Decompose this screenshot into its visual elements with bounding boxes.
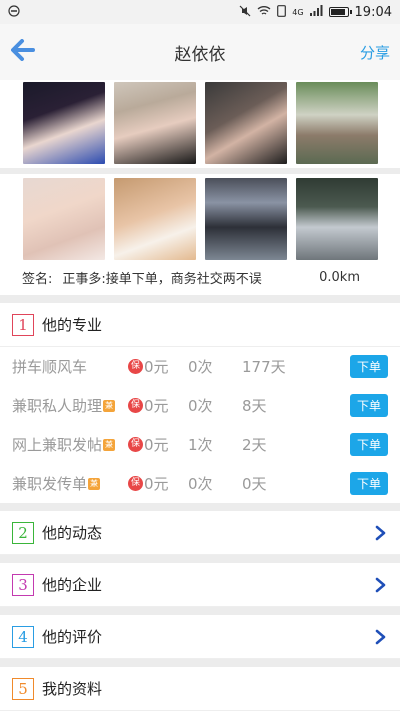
service-name-text: 兼职私人助理 — [12, 397, 103, 415]
profile-photo[interactable] — [204, 82, 287, 164]
battery-icon — [328, 7, 352, 17]
section-header-profession: 1 他的专业 — [0, 303, 400, 347]
distance: 0.0km — [319, 270, 360, 285]
share-button[interactable]: 分享 — [360, 42, 390, 63]
price-value: 0元 — [144, 358, 169, 376]
service-price: 保 0元 — [128, 395, 188, 416]
guarantee-badge: 保 — [128, 437, 143, 452]
days-value: 0天 — [242, 475, 267, 493]
signature-text: 正事多:接单下单，商务社交两不误 — [62, 272, 262, 287]
service-list: 拼车顺风车保 0元 0次 177天 下单 兼职私人助理兼保 0元 0次 8天 下单 网上兼职发帖兼保… — [0, 347, 400, 503]
order-count: 0次 — [188, 397, 213, 415]
service-price: 保 0元 — [128, 473, 188, 494]
profile-photo[interactable] — [204, 178, 287, 260]
part-time-badge: 兼 — [88, 477, 101, 490]
profile-photo[interactable] — [113, 82, 196, 164]
profile-photo[interactable] — [113, 178, 196, 260]
order-count: 0次 — [188, 358, 213, 376]
sim-icon — [277, 4, 287, 20]
section-number: 2 — [12, 521, 34, 544]
days-value: 177天 — [242, 358, 286, 376]
section-title: 他的动态 — [42, 524, 103, 542]
mute-icon — [239, 5, 251, 20]
section-activity[interactable]: 2 他的动态 — [0, 511, 400, 555]
network-label: 4G — [292, 7, 304, 17]
days-value: 2天 — [242, 436, 267, 454]
status-left — [8, 4, 20, 20]
section-title: 我的资料 — [42, 680, 103, 698]
section-header-reviews[interactable]: 4 他的评价 — [0, 615, 400, 659]
profile-photo[interactable] — [22, 178, 105, 260]
service-price: 保 0元 — [128, 356, 188, 377]
place-order-button[interactable]: 下单 — [350, 394, 388, 417]
service-row: 兼职私人助理兼保 0元 0次 8天 下单 — [0, 386, 400, 425]
part-time-badge: 兼 — [103, 399, 116, 412]
service-name: 兼职发传单兼 — [12, 473, 128, 494]
section-number: 3 — [12, 573, 34, 596]
section-number: 4 — [12, 625, 34, 648]
section-header-my-info[interactable]: 5 我的资料 — [0, 667, 400, 711]
profile-photo[interactable] — [295, 178, 378, 260]
place-order-button[interactable]: 下单 — [350, 472, 388, 495]
service-name-text: 拼车顺风车 — [12, 358, 88, 376]
section-profession: 1 他的专业 拼车顺风车保 0元 0次 177天 下单 兼职私人助理兼保 0元 0次 8天 下单网… — [0, 303, 400, 503]
section-header-activity[interactable]: 2 他的动态 — [0, 511, 400, 555]
guarantee-badge: 保 — [128, 359, 143, 374]
price-value: 0元 — [144, 397, 169, 415]
profile-card: 签名: 正事多:接单下单，商务社交两不误 0.0km — [0, 80, 400, 295]
chevron-right-icon — [374, 577, 388, 592]
wifi-icon — [257, 5, 271, 19]
guarantee-badge: 保 — [128, 476, 143, 491]
chevron-right-icon — [374, 525, 388, 540]
top-nav-bar: 赵依依 分享 — [0, 24, 400, 80]
profile-photo[interactable] — [22, 82, 105, 164]
section-number: 1 — [12, 313, 34, 336]
service-name: 拼车顺风车 — [12, 356, 128, 377]
section-number: 5 — [12, 677, 34, 700]
status-time: 19:04 — [354, 4, 392, 20]
page-title: 赵依依 — [174, 44, 226, 65]
section-company[interactable]: 3 他的企业 — [0, 563, 400, 607]
service-name-text: 兼职发传单 — [12, 475, 88, 493]
section-my-info[interactable]: 5 我的资料 — [0, 667, 400, 711]
status-bar: 4G 19:04 — [0, 0, 400, 24]
chevron-right-icon — [374, 629, 388, 644]
part-time-badge: 兼 — [103, 438, 116, 451]
section-reviews[interactable]: 4 他的评价 — [0, 615, 400, 659]
guarantee-badge: 保 — [128, 398, 143, 413]
order-count: 0次 — [188, 475, 213, 493]
section-header-company[interactable]: 3 他的企业 — [0, 563, 400, 607]
service-row: 兼职发传单兼保 0元 0次 0天 下单 — [0, 464, 400, 503]
order-count: 1次 — [188, 436, 213, 454]
back-button[interactable] — [10, 39, 36, 65]
service-price: 保 0元 — [128, 434, 188, 455]
days-value: 8天 — [242, 397, 267, 415]
service-name: 兼职私人助理兼 — [12, 395, 128, 416]
arrow-left-icon — [11, 39, 35, 65]
price-value: 0元 — [144, 475, 169, 493]
service-name-text: 网上兼职发帖 — [12, 436, 103, 454]
place-order-button[interactable]: 下单 — [350, 433, 388, 456]
price-value: 0元 — [144, 436, 169, 454]
signal-icon — [309, 5, 323, 19]
service-name: 网上兼职发帖兼 — [12, 434, 128, 455]
photo-row-bottom — [0, 178, 400, 260]
signature-row: 签名: 正事多:接单下单，商务社交两不误 0.0km — [0, 260, 400, 287]
notification-icon — [8, 4, 20, 20]
status-right: 4G 19:04 — [239, 5, 392, 20]
place-order-button[interactable]: 下单 — [350, 355, 388, 378]
photo-row-top — [0, 82, 400, 164]
profile-photo[interactable] — [295, 82, 378, 164]
signature-label: 签名: — [22, 272, 53, 287]
photo-divider — [0, 168, 400, 174]
section-title: 他的企业 — [42, 576, 103, 594]
section-title: 他的评价 — [42, 628, 103, 646]
service-row: 网上兼职发帖兼保 0元 1次 2天 下单 — [0, 425, 400, 464]
section-title: 他的专业 — [42, 316, 103, 334]
service-row: 拼车顺风车保 0元 0次 177天 下单 — [0, 347, 400, 386]
